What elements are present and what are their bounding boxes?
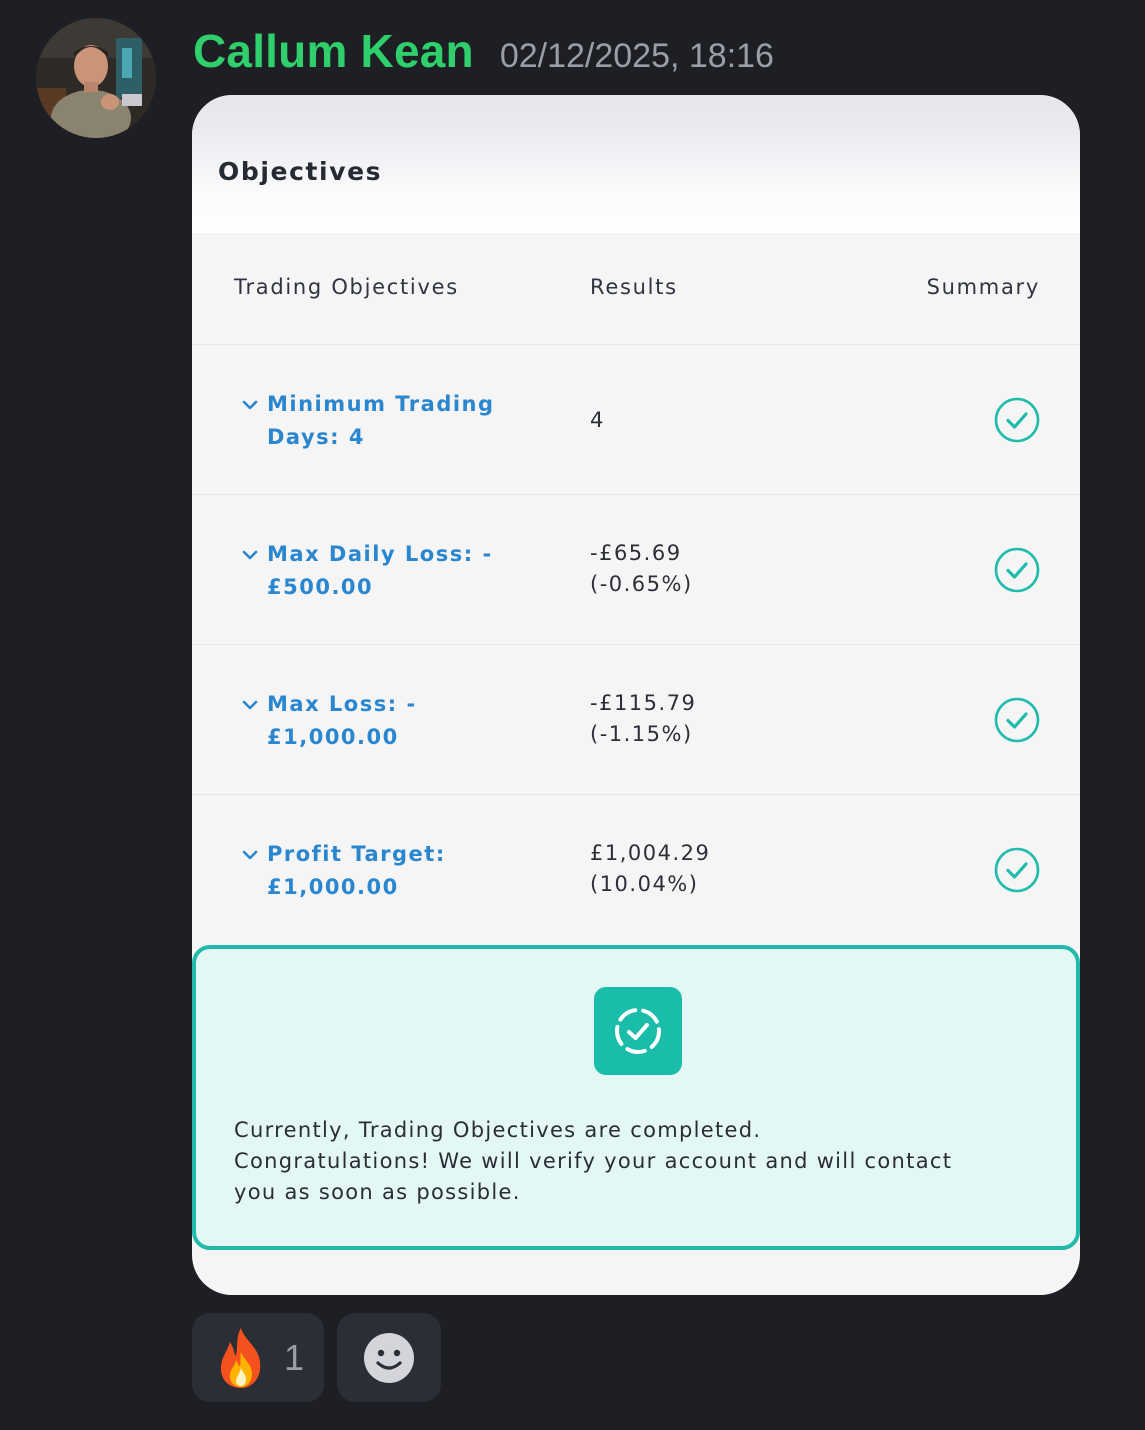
- success-line: Congratulations! We will verify your acc…: [234, 1149, 953, 1173]
- table-row: Max Daily Loss: - £500.00 -£65.69 (-0.65…: [192, 495, 1080, 645]
- avatar[interactable]: [36, 18, 156, 138]
- reactions-bar: 1: [192, 1313, 441, 1402]
- table-row: Max Loss: - £1,000.00 -£115.79 (-1.15%): [192, 645, 1080, 795]
- result-value: -£65.69 (-0.65%): [590, 538, 790, 600]
- verified-badge-icon: [594, 987, 682, 1075]
- objective-label[interactable]: Minimum Trading Days: 4: [267, 388, 507, 454]
- objective-line: £1,000.00: [267, 725, 399, 749]
- result-line: 4: [590, 408, 605, 432]
- objective-line: Minimum Trading: [267, 392, 495, 416]
- success-message: Currently, Trading Objectives are comple…: [234, 1115, 1034, 1208]
- objective-line: Days: 4: [267, 425, 365, 449]
- card-title: Objectives: [218, 157, 383, 186]
- table-row: Minimum Trading Days: 4 4: [192, 345, 1080, 495]
- image-attachment[interactable]: Objectives Trading Objectives Results Su…: [192, 95, 1080, 1295]
- result-line: £1,004.29: [590, 841, 711, 865]
- table-header: Trading Objectives Results Summary: [192, 233, 1080, 345]
- objective-line: Max Loss: -: [267, 692, 417, 716]
- column-header-objectives: Trading Objectives: [234, 275, 459, 299]
- card-header: Objectives: [192, 95, 1080, 233]
- chevron-down-icon[interactable]: [240, 845, 260, 865]
- check-circle-icon: [994, 547, 1040, 593]
- check-circle-icon: [994, 697, 1040, 743]
- result-line: -£65.69: [590, 541, 682, 565]
- objective-label[interactable]: Max Daily Loss: - £500.00: [267, 538, 507, 604]
- timestamp: 02/12/2025, 18:16: [499, 37, 774, 75]
- result-value: -£115.79 (-1.15%): [590, 688, 790, 750]
- check-circle-icon: [994, 847, 1040, 893]
- objective-line: Max Daily Loss: -: [267, 542, 493, 566]
- objective-label[interactable]: Max Loss: - £1,000.00: [267, 688, 507, 754]
- success-line: Currently, Trading Objectives are comple…: [234, 1118, 762, 1142]
- result-line: -£115.79: [590, 691, 697, 715]
- column-header-results: Results: [590, 275, 678, 299]
- smiley-icon: [364, 1332, 414, 1383]
- chevron-down-icon[interactable]: [240, 545, 260, 565]
- chevron-down-icon[interactable]: [240, 395, 260, 415]
- success-panel: Currently, Trading Objectives are comple…: [192, 945, 1080, 1250]
- objectives-table: Minimum Trading Days: 4 4 Max Daily Loss…: [192, 345, 1080, 945]
- objective-line: £1,000.00: [267, 875, 399, 899]
- message-header: Callum Kean 02/12/2025, 18:16: [193, 24, 774, 84]
- table-row: Profit Target: £1,000.00 £1,004.29 (10.0…: [192, 795, 1080, 945]
- result-line: (-0.65%): [590, 572, 693, 596]
- result-line: (10.04%): [590, 872, 699, 896]
- result-value: £1,004.29 (10.04%): [590, 838, 790, 900]
- reaction-fire[interactable]: 1: [192, 1313, 324, 1402]
- avatar-photo: [36, 18, 156, 138]
- objective-label[interactable]: Profit Target: £1,000.00: [267, 838, 507, 904]
- add-reaction-button[interactable]: [337, 1313, 441, 1402]
- chat-message: Callum Kean 02/12/2025, 18:16 Objectives…: [0, 0, 1145, 1430]
- result-value: 4: [590, 405, 790, 436]
- column-header-summary: Summary: [926, 275, 1040, 299]
- objective-line: £500.00: [267, 575, 374, 599]
- fire-icon: [220, 1327, 261, 1388]
- reaction-count: 1: [284, 1336, 305, 1378]
- result-line: (-1.15%): [590, 722, 693, 746]
- author-name[interactable]: Callum Kean: [193, 24, 474, 78]
- objective-line: Profit Target:: [267, 842, 446, 866]
- success-line: you as soon as possible.: [234, 1180, 521, 1204]
- chevron-down-icon[interactable]: [240, 695, 260, 715]
- check-circle-icon: [994, 397, 1040, 443]
